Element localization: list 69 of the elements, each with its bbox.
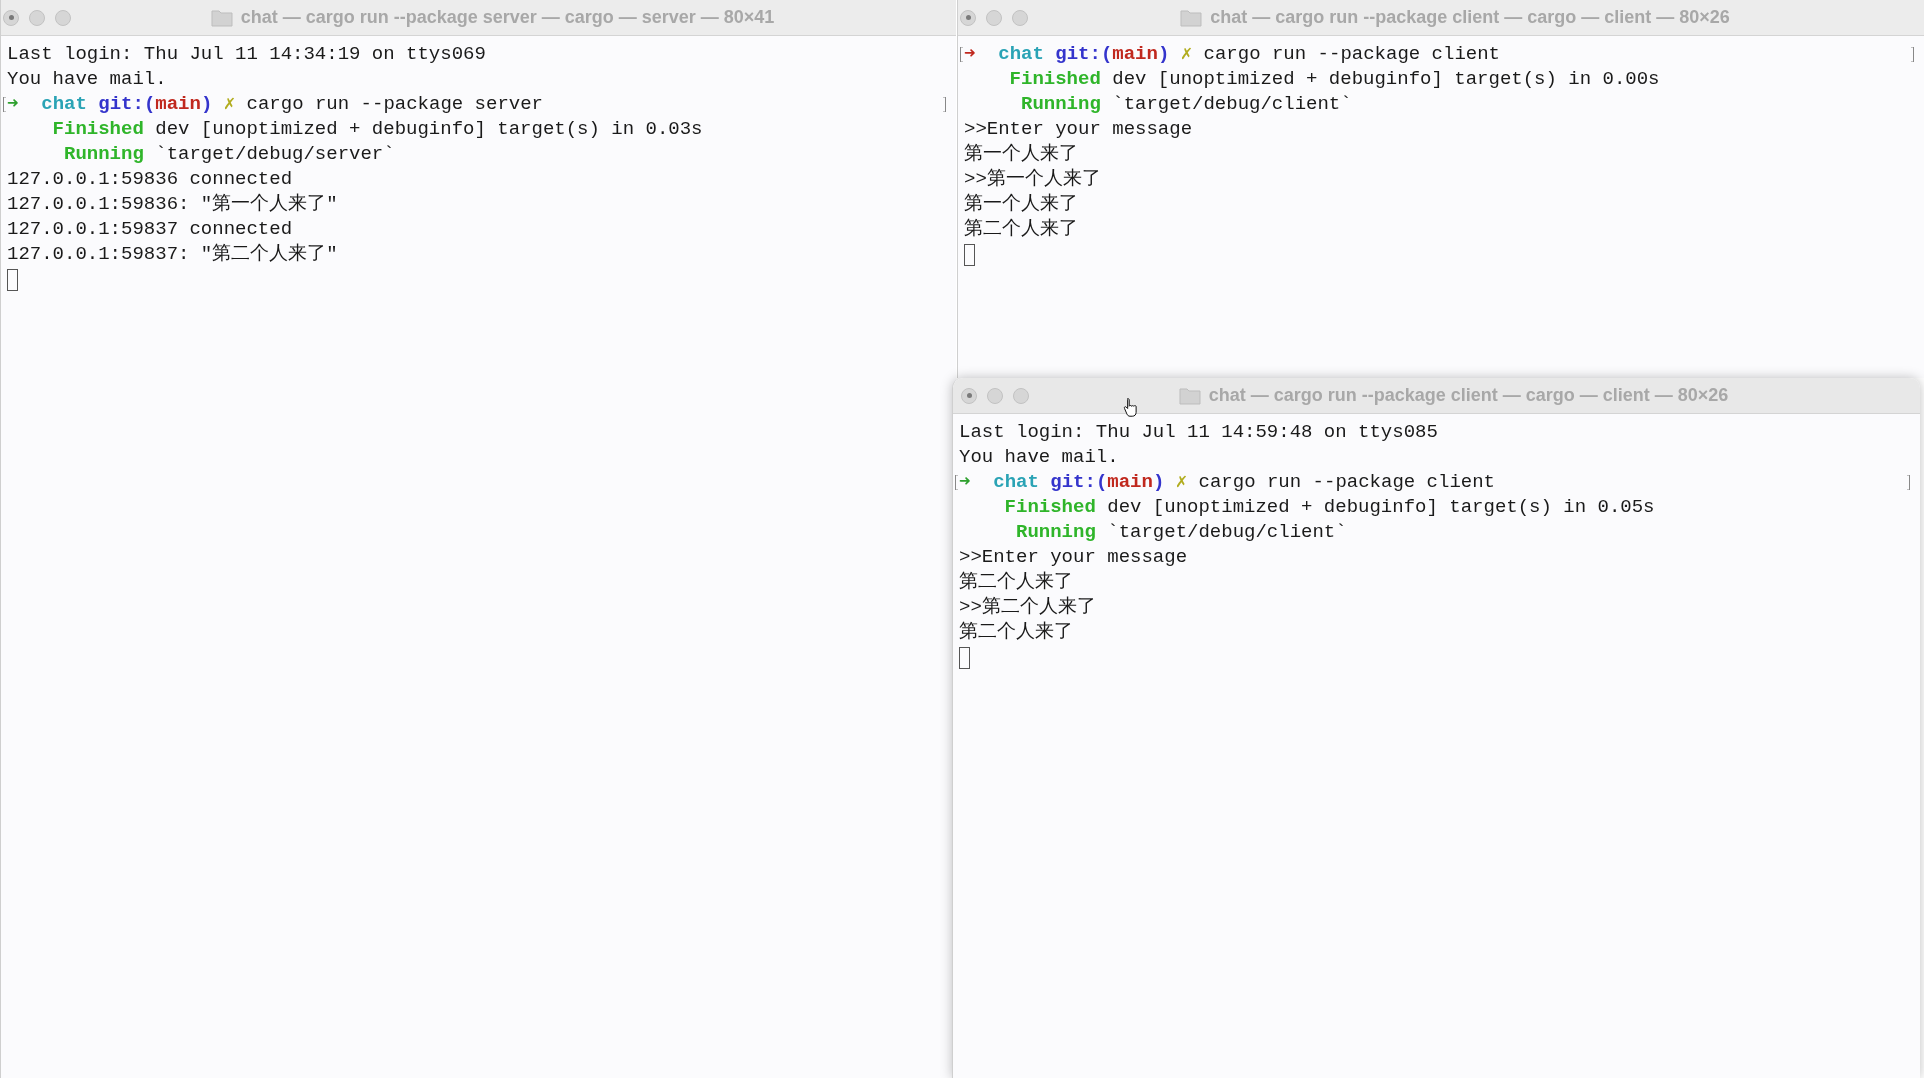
terminal-text: chat xyxy=(40,92,87,118)
terminal-text: dev [unoptimized + debuginfo] target(s) in 0.05s xyxy=(1106,495,1655,521)
zoom-button[interactable] xyxy=(55,9,71,26)
terminal-text: You have mail. xyxy=(7,67,167,93)
terminal-text: >>第一个人来了 xyxy=(964,167,1101,193)
terminal-text: `target/debug/client` xyxy=(1111,92,1352,118)
window-title: chat — cargo run --package client — cargo — client — 80×26 xyxy=(1208,384,1729,407)
terminal-text: Running xyxy=(1015,520,1096,546)
terminal-text: ✗ xyxy=(1179,42,1193,68)
close-button[interactable] xyxy=(3,9,19,26)
terminal-text: Finished xyxy=(1008,67,1101,93)
terminal-text: Finished xyxy=(1003,495,1096,521)
terminal-text: dev [unoptimized + debuginfo] target(s) in 0.03s xyxy=(154,117,703,143)
terminal-text: 第一个人来了 xyxy=(964,142,1078,168)
zoom-button[interactable] xyxy=(1013,387,1029,404)
terminal-text: ✗ xyxy=(1174,470,1188,496)
terminal-text: 第二个人来了 xyxy=(959,570,1073,596)
terminal-text: 127.0.0.1:59836: "第一个人来了" xyxy=(7,192,338,218)
terminal-text: main xyxy=(1112,42,1158,68)
terminal-text: ) xyxy=(200,92,213,118)
folder-icon xyxy=(1180,8,1203,27)
terminal-text: You have mail. xyxy=(959,445,1119,471)
terminal-text: 第二个人来了 xyxy=(964,217,1078,243)
minimize-button[interactable] xyxy=(987,387,1003,404)
terminal-text: 127.0.0.1:59837 connected xyxy=(7,217,293,243)
mark-bracket-icon xyxy=(942,97,946,112)
terminal-text: cargo run --package client xyxy=(1197,470,1495,496)
window-title: chat — cargo run --package client — cargo — client — 80×26 xyxy=(1210,6,1730,29)
terminal-text: Running xyxy=(63,142,144,168)
minimize-button[interactable] xyxy=(29,9,45,26)
terminal-text: >>Enter your message xyxy=(964,117,1193,143)
terminal-text: cargo run --package server xyxy=(245,92,543,118)
mark-bracket-icon xyxy=(1910,47,1914,62)
terminal-text: chat xyxy=(992,470,1039,496)
terminal-text: Last login: Thu Jul 11 14:34:19 on ttys069 xyxy=(7,42,486,68)
terminal-text: `target/debug/server` xyxy=(154,142,395,168)
terminal-text: >>第二个人来了 xyxy=(959,595,1096,621)
close-button[interactable] xyxy=(960,9,976,26)
terminal-text: ) xyxy=(1157,42,1170,68)
terminal-text: 第一个人来了 xyxy=(964,192,1078,218)
terminal-text: ➜ xyxy=(964,42,976,68)
terminal-text: 127.0.0.1:59837: "第二个人来了" xyxy=(7,242,338,268)
terminal-text: Last login: Thu Jul 11 14:59:48 on ttys085 xyxy=(959,420,1438,446)
terminal-text: Finished xyxy=(51,117,144,143)
terminal-text: 第二个人来了 xyxy=(959,620,1073,646)
terminal-text: git:( xyxy=(1049,470,1108,496)
terminal-text: 127.0.0.1:59836 connected xyxy=(7,167,293,193)
terminal-text: Running xyxy=(1020,92,1101,118)
terminal-text: `target/debug/client` xyxy=(1106,520,1347,546)
folder-icon xyxy=(210,8,233,27)
terminal-text: main xyxy=(1107,470,1153,496)
terminal-text: cargo run --package client xyxy=(1202,42,1500,68)
folder-icon xyxy=(1178,386,1201,405)
close-button[interactable] xyxy=(961,387,977,404)
terminal-text: ➜ xyxy=(959,470,971,496)
hand-pointer-icon xyxy=(1123,397,1140,417)
terminal-text: >>Enter your message xyxy=(959,545,1188,571)
terminal-text: ) xyxy=(1152,470,1165,496)
terminal-text: main xyxy=(155,92,201,118)
terminal-text: git:( xyxy=(97,92,156,118)
mark-bracket-icon xyxy=(1906,475,1910,490)
terminal-text: git:( xyxy=(1054,42,1113,68)
window-title: chat — cargo run --package server — cargo — server — 80×41 xyxy=(240,6,775,29)
minimize-button[interactable] xyxy=(986,9,1002,26)
terminal-text: ➜ xyxy=(7,92,19,118)
terminal-text: chat xyxy=(997,42,1044,68)
zoom-button[interactable] xyxy=(1012,9,1028,26)
terminal-text: dev [unoptimized + debuginfo] target(s) in 0.00s xyxy=(1111,67,1660,93)
terminal-text: ✗ xyxy=(222,92,236,118)
